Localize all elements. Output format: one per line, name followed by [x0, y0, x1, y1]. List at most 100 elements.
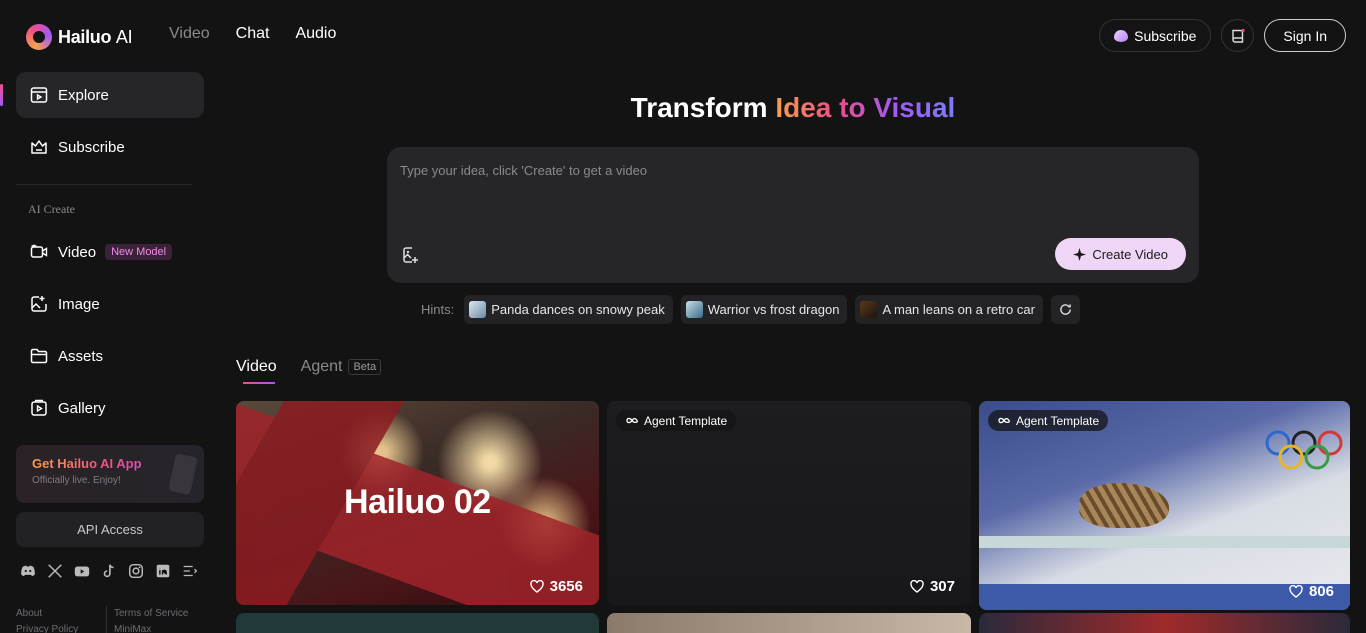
video-card[interactable]: Agent Template 806 [979, 401, 1350, 610]
like-number: 307 [929, 578, 955, 595]
guide-button[interactable] [1221, 19, 1255, 52]
sidebar-item-label: Assets [58, 347, 104, 365]
app-card-title: Get Hailuo AI App [32, 456, 188, 471]
like-number: 3656 [549, 578, 583, 595]
video-card[interactable]: Agent Template 307 [607, 401, 971, 605]
explore-icon [30, 87, 48, 103]
hint-thumbnail [685, 301, 703, 318]
social-links [19, 562, 199, 580]
subscribe-button[interactable]: Subscribe [1099, 19, 1212, 52]
image-upload-icon [403, 247, 418, 263]
logo-text: Hailuo AI [58, 26, 133, 47]
tab-video[interactable]: Video [236, 358, 277, 384]
book-icon [1232, 28, 1245, 43]
upload-image-button[interactable] [401, 245, 421, 265]
sidebar-item-label: Gallery [58, 399, 106, 417]
prompt-input[interactable] [400, 163, 1180, 223]
page-title: Transform Idea to Visual [220, 92, 1366, 124]
signin-button[interactable]: Sign In [1264, 19, 1346, 52]
nav-audio[interactable]: Audio [295, 25, 336, 43]
terms-link[interactable]: Terms of Service [114, 606, 188, 622]
heart-icon [1289, 585, 1303, 598]
instagram-icon[interactable] [127, 562, 145, 580]
hint-chip[interactable]: Warrior vs frost dragon [680, 295, 848, 324]
olympic-rings-icon [1265, 430, 1343, 470]
sidebar-item-image[interactable]: Image [16, 281, 204, 327]
sidebar-item-subscribe[interactable]: Subscribe [16, 124, 204, 170]
minimax-link[interactable]: MiniMax [114, 622, 188, 633]
agent-template-label: Agent Template [644, 413, 728, 428]
tab-agent[interactable]: Agent Beta [300, 358, 382, 376]
logo[interactable]: Hailuo AI [26, 24, 133, 50]
folder-icon [30, 348, 48, 364]
hint-text: Warrior vs frost dragon [707, 302, 840, 317]
footer-col-2: Terms of Service MiniMax [114, 606, 188, 633]
get-app-card[interactable]: Get Hailuo AI App Officially live. Enjoy… [16, 445, 204, 503]
create-video-button[interactable]: Create Video [1055, 238, 1186, 270]
crown-icon [31, 140, 47, 154]
header-actions: Subscribe Sign In [1099, 19, 1346, 52]
video-card[interactable] [979, 613, 1350, 633]
tab-label: Video [236, 358, 277, 375]
sidebar-item-video[interactable]: Video New Model [16, 229, 204, 275]
sidebar-item-explore[interactable]: Explore [16, 72, 204, 118]
card-thumbnail-detail [979, 536, 1350, 548]
video-card[interactable] [236, 613, 599, 633]
refresh-icon [1060, 304, 1071, 315]
video-icon [30, 244, 48, 258]
sidebar-item-assets[interactable]: Assets [16, 333, 204, 379]
like-count[interactable]: 307 [910, 578, 955, 595]
nav-chat[interactable]: Chat [236, 25, 270, 43]
heart-icon [529, 580, 544, 593]
logo-icon [26, 24, 52, 50]
discord-icon[interactable] [19, 562, 37, 580]
sidebar-item-label: Video [58, 243, 97, 261]
title-gradient: Idea to Visual [775, 92, 956, 123]
agent-template-tag: Agent Template [616, 410, 737, 431]
prompt-box: Create Video [387, 147, 1199, 283]
card-overlay-title: Hailuo 02 [344, 483, 491, 521]
infinity-icon [998, 417, 1010, 424]
tiktok-icon[interactable] [100, 562, 118, 580]
video-card[interactable]: Hailuo 02 3656 [236, 401, 599, 605]
like-count[interactable]: 806 [1289, 583, 1334, 600]
card-thumbnail [1079, 483, 1169, 528]
subscribe-label: Subscribe [1134, 27, 1197, 44]
image-icon [31, 296, 47, 312]
linkedin-icon[interactable] [154, 562, 172, 580]
hints-label: Hints: [421, 302, 455, 317]
top-nav: Video Chat Audio [169, 25, 336, 43]
hints-row: Hints: Panda dances on snowy peak Warrio… [421, 295, 1080, 324]
x-icon[interactable] [46, 562, 64, 580]
tab-label: Agent [300, 358, 343, 375]
like-count[interactable]: 3656 [529, 578, 583, 595]
like-number: 806 [1308, 583, 1334, 600]
hint-text: Panda dances on snowy peak [491, 302, 665, 317]
gallery-icon [31, 399, 47, 416]
hint-thumbnail [860, 301, 878, 318]
sidebar: Explore Subscribe AI Create Video New Mo… [0, 70, 220, 633]
agent-template-label: Agent Template [1016, 413, 1100, 428]
top-bar: Hailuo AI Video Chat Audio Subscribe Sig… [0, 0, 1366, 70]
sidebar-item-label: Image [58, 295, 100, 313]
sidebar-item-gallery[interactable]: Gallery [16, 385, 204, 431]
sidebar-item-label: Subscribe [58, 138, 125, 156]
more-icon[interactable] [181, 562, 199, 580]
youtube-icon[interactable] [73, 562, 91, 580]
gem-icon [1114, 29, 1129, 42]
active-indicator [0, 84, 3, 106]
about-link[interactable]: About [16, 606, 78, 622]
sidebar-divider [16, 184, 192, 185]
privacy-link[interactable]: Privacy Policy [16, 622, 78, 633]
hint-chip[interactable]: Panda dances on snowy peak [464, 295, 673, 324]
footer-col-1: About Privacy Policy [16, 606, 78, 633]
hint-chip[interactable]: A man leans on a retro car [855, 295, 1043, 324]
api-access-button[interactable]: API Access [16, 512, 204, 547]
refresh-hints-button[interactable] [1050, 295, 1080, 324]
content-tabs: Video Agent Beta [236, 358, 382, 384]
footer-separator [106, 606, 107, 633]
sidebar-item-label: Explore [58, 86, 109, 104]
video-card[interactable] [607, 613, 971, 633]
create-video-label: Create Video [1092, 246, 1168, 262]
nav-video[interactable]: Video [169, 25, 210, 43]
